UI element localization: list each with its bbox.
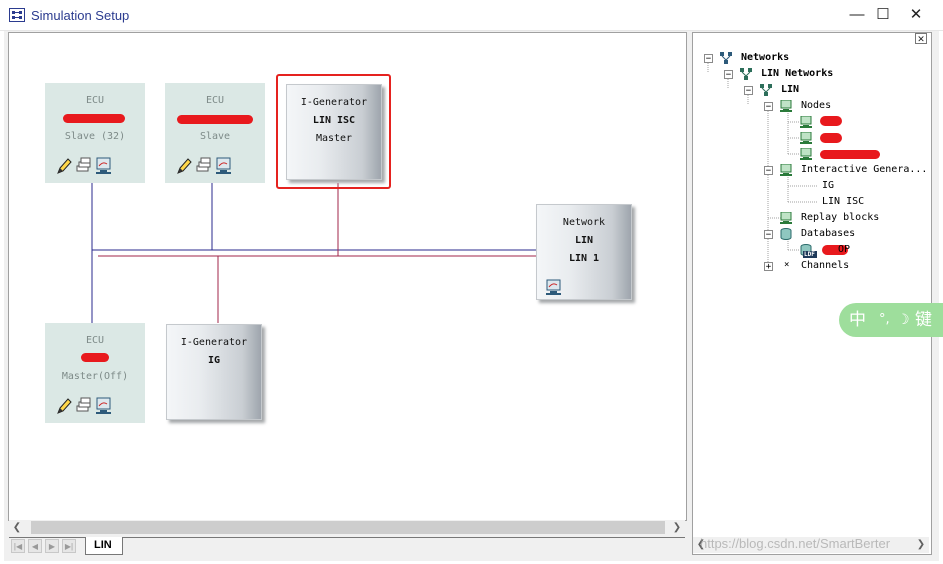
redacted-node-name — [820, 150, 880, 159]
tree-item-lin-isc[interactable]: LIN ISC — [822, 196, 864, 207]
lin-network-icon — [760, 84, 772, 96]
redacted-node-name — [820, 116, 842, 126]
collapse-lin[interactable]: − — [744, 86, 753, 96]
tree-item-database-fragment[interactable]: OP — [838, 244, 850, 255]
watermark-text: https://blog.csdn.net/SmartBerter — [700, 536, 891, 551]
replay-icon — [780, 212, 792, 224]
generator-folder-icon — [780, 164, 792, 176]
collapse-nodes[interactable]: − — [764, 102, 773, 112]
tree-item-replay-blocks[interactable]: Replay blocks — [801, 212, 879, 223]
tree-item-databases[interactable]: Databases — [801, 228, 855, 239]
node-icon — [800, 148, 812, 160]
ime-width-mode[interactable]: ☽ — [897, 303, 910, 337]
node-icon — [800, 132, 812, 144]
network-group-icon — [740, 68, 752, 80]
ime-toolbar[interactable]: 中 °, ☽ 键 — [839, 303, 943, 337]
ldf-badge-label: LDF — [804, 251, 815, 258]
database-icon — [780, 228, 792, 240]
tree-item-lin-networks[interactable]: LIN Networks — [761, 68, 833, 79]
tree-item-ig[interactable]: IG — [822, 180, 834, 191]
collapse-lin-networks[interactable]: − — [724, 70, 733, 80]
tree-item-interactive-generators[interactable]: Interactive Genera... — [801, 164, 927, 175]
ime-chinese-mode[interactable]: 中 — [849, 303, 866, 337]
tree-item-networks[interactable]: Networks — [741, 52, 789, 63]
collapse-networks[interactable]: − — [704, 54, 713, 64]
tree-item-lin[interactable]: LIN — [781, 84, 799, 95]
network-group-icon — [720, 52, 732, 64]
channels-icon: × — [784, 260, 790, 270]
tree-item-nodes[interactable]: Nodes — [801, 100, 831, 111]
ime-keyboard[interactable]: 键 — [915, 303, 932, 337]
collapse-databases[interactable]: − — [764, 230, 773, 240]
node-folder-icon — [780, 100, 792, 112]
redacted-node-name — [820, 133, 842, 143]
node-icon — [800, 116, 812, 128]
collapse-interactive-generators[interactable]: − — [764, 166, 773, 176]
scroll-right-arrow[interactable]: ❯ — [913, 537, 929, 553]
expand-channels[interactable]: + — [764, 262, 773, 272]
tree-lines — [707, 63, 818, 266]
ime-punctuation-mode[interactable]: °, — [879, 303, 890, 337]
tree-item-channels[interactable]: Channels — [801, 260, 849, 271]
